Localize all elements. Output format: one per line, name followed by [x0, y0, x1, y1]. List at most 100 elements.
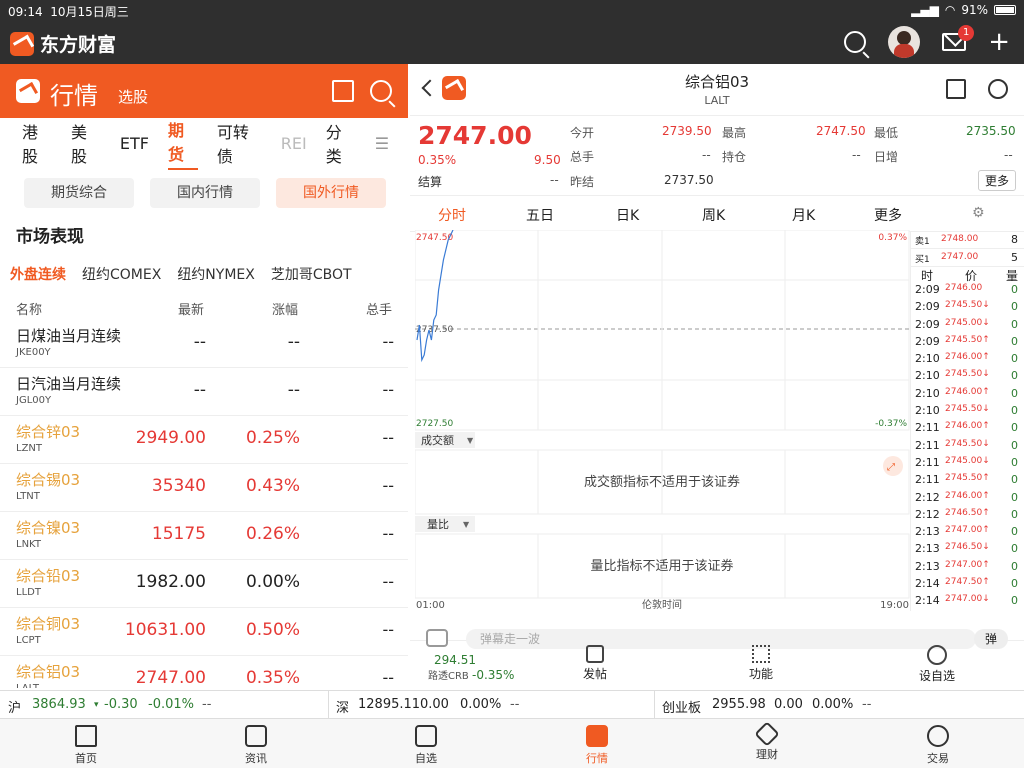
avatar[interactable] — [888, 26, 921, 58]
row-name: 综合铝03 — [16, 663, 81, 681]
comment-send-button[interactable]: 弹 — [974, 629, 1008, 649]
row-name: 综合锡03 — [16, 471, 81, 489]
row-change: 0.43% — [245, 476, 300, 496]
tab-convertible[interactable]: 可转债 — [217, 119, 262, 167]
tab-home[interactable]: 首页 — [56, 723, 116, 766]
tab-etf[interactable]: ETF — [120, 134, 149, 153]
tick-row: 2:09 2745.50↑ 0 — [915, 334, 1018, 348]
row-name: 综合镍03 — [16, 519, 81, 537]
tab-wealth[interactable]: 理财 — [737, 721, 797, 762]
row-volume: -- — [382, 620, 394, 639]
battery-icon — [994, 5, 1016, 15]
label-volume: 总手 — [570, 150, 595, 164]
menu-icon[interactable]: ☰ — [375, 134, 389, 153]
post-button[interactable]: 发帖 — [570, 645, 620, 682]
row-change: -- — [287, 380, 300, 400]
row-price: -- — [193, 332, 206, 352]
share-icon[interactable] — [332, 80, 354, 102]
index-sh-change: -0.30 — [104, 697, 138, 712]
tab-watchlist[interactable]: 自选 — [396, 723, 456, 766]
value-high: 2747.50 — [816, 124, 866, 138]
index-bar: 沪 3864.93 ▾ -0.30 -0.01% -- 深 12895.11 0… — [0, 690, 1024, 719]
tab-daily-k[interactable]: 日K — [616, 205, 639, 225]
tick-row: 2:10 2745.50↓ 0 — [915, 369, 1018, 383]
table-row[interactable]: 综合镍03 LNKT 15175 0.26% -- — [0, 512, 408, 560]
row-price: 2747.00 — [135, 668, 206, 688]
tick-row: 2:10 2746.00↑ 0 — [915, 386, 1018, 400]
comment-icon[interactable] — [426, 629, 448, 647]
tab-news[interactable]: 资讯 — [226, 723, 286, 766]
add-icon[interactable]: + — [988, 29, 1010, 55]
col-change[interactable]: 涨幅 — [272, 299, 298, 318]
index-sz-name: 深 — [336, 701, 350, 716]
intraday-chart[interactable]: 2747.50 2737.50 2727.50 0.37% -0.37% 成交额… — [415, 230, 911, 610]
index-cyb-name: 创业板 — [662, 701, 702, 716]
chart-icon — [586, 725, 608, 747]
crb-index[interactable]: 294.51 路透CRB -0.35% — [428, 653, 514, 682]
search-icon[interactable] — [844, 31, 867, 53]
tab-hk[interactable]: 港股 — [22, 119, 52, 167]
comment-input[interactable]: 弹幕走一波 — [466, 629, 976, 649]
index-sz-change: 0.00 — [420, 697, 449, 712]
mail-icon[interactable]: 1 — [942, 25, 975, 51]
tab-intraday[interactable]: 分时 — [438, 205, 466, 233]
value-open: 2739.50 — [662, 124, 712, 138]
tab-category[interactable]: 分类 — [326, 119, 356, 167]
more-button[interactable]: 更多 — [977, 170, 1016, 191]
tab-weekly-k[interactable]: 周K — [702, 205, 725, 225]
tab-monthly-k[interactable]: 月K — [792, 205, 815, 225]
row-change: 0.26% — [245, 524, 300, 544]
row-name: 综合铅03 — [16, 567, 81, 585]
table-row[interactable]: 日汽油当月连续 JGL00Y -- -- -- — [0, 368, 408, 416]
tab-market[interactable]: 行情 — [567, 723, 627, 766]
subtab-cbot[interactable]: 芝加哥CBOT — [271, 264, 352, 284]
col-volume[interactable]: 总手 — [366, 299, 392, 318]
search-icon[interactable] — [370, 80, 392, 102]
app-name: 东方财富 — [40, 34, 117, 56]
row-volume: -- — [382, 572, 394, 591]
col-latest[interactable]: 最新 — [178, 299, 204, 318]
table-row[interactable]: 综合锌03 LZNT 2949.00 0.25% -- — [0, 416, 408, 464]
row-code: LLDT — [16, 587, 41, 598]
tick-row: 2:12 2746.50↑ 0 — [915, 507, 1018, 521]
subtab-overseas[interactable]: 外盘连续 — [10, 264, 66, 284]
share-icon[interactable] — [946, 79, 966, 99]
settings-icon[interactable]: ⚙ — [972, 205, 985, 221]
search-icon[interactable] — [988, 79, 1008, 99]
tab-more[interactable]: 更多 — [874, 205, 902, 225]
table-row[interactable]: 日煤油当月连续 JKE00Y -- -- -- — [0, 320, 408, 368]
row-volume: -- — [382, 668, 394, 687]
row-volume: -- — [382, 428, 394, 447]
value-low: 2735.50 — [966, 124, 1016, 138]
subtab-nymex[interactable]: 纽约NYMEX — [177, 264, 255, 284]
row-code: LCPT — [16, 635, 41, 646]
table-row[interactable]: 综合铜03 LCPT 10631.00 0.50% -- — [0, 608, 408, 656]
row-price: 15175 — [151, 524, 206, 544]
tab-us[interactable]: 美股 — [71, 119, 101, 167]
label-high: 最高 — [722, 126, 747, 140]
add-watchlist-button[interactable]: 设自选 — [910, 645, 964, 684]
stock-picker-link[interactable]: 选股 — [118, 86, 148, 107]
app-logo: 东方财富 — [10, 30, 116, 57]
table-row[interactable]: 综合锡03 LTNT 35340 0.43% -- — [0, 464, 408, 512]
tab-5day[interactable]: 五日 — [526, 205, 554, 225]
col-name[interactable]: 名称 — [16, 299, 42, 318]
table-row[interactable]: 综合铅03 LLDT 1982.00 0.00% -- — [0, 560, 408, 608]
change-value: 9.50 — [534, 153, 561, 167]
tab-futures[interactable]: 期货 — [167, 117, 198, 170]
function-button[interactable]: 功能 — [736, 645, 786, 682]
pill-futures-overview[interactable]: 期货综合 — [24, 178, 134, 208]
index-cyb-change: 0.00 — [774, 697, 803, 712]
pill-domestic[interactable]: 国内行情 — [150, 178, 260, 208]
value-volume: -- — [702, 148, 711, 162]
subtab-comex[interactable]: 纽约COMEX — [82, 264, 161, 284]
pct-bottom-label: -0.37% — [875, 419, 907, 429]
tab-trade[interactable]: 交易 — [908, 723, 968, 766]
tab-reits[interactable]: REI — [281, 134, 307, 153]
pill-foreign[interactable]: 国外行情 — [276, 178, 386, 208]
table-row[interactable]: 综合铝03 LALT 2747.00 0.35% -- — [0, 656, 408, 688]
tick-row: 2:09 2745.50↓ 0 — [915, 300, 1018, 314]
tick-row: 2:10 2745.50↓ 0 — [915, 404, 1018, 418]
index-sz-extra: -- — [510, 697, 520, 712]
index-sh-value: 3864.93 — [32, 697, 86, 712]
